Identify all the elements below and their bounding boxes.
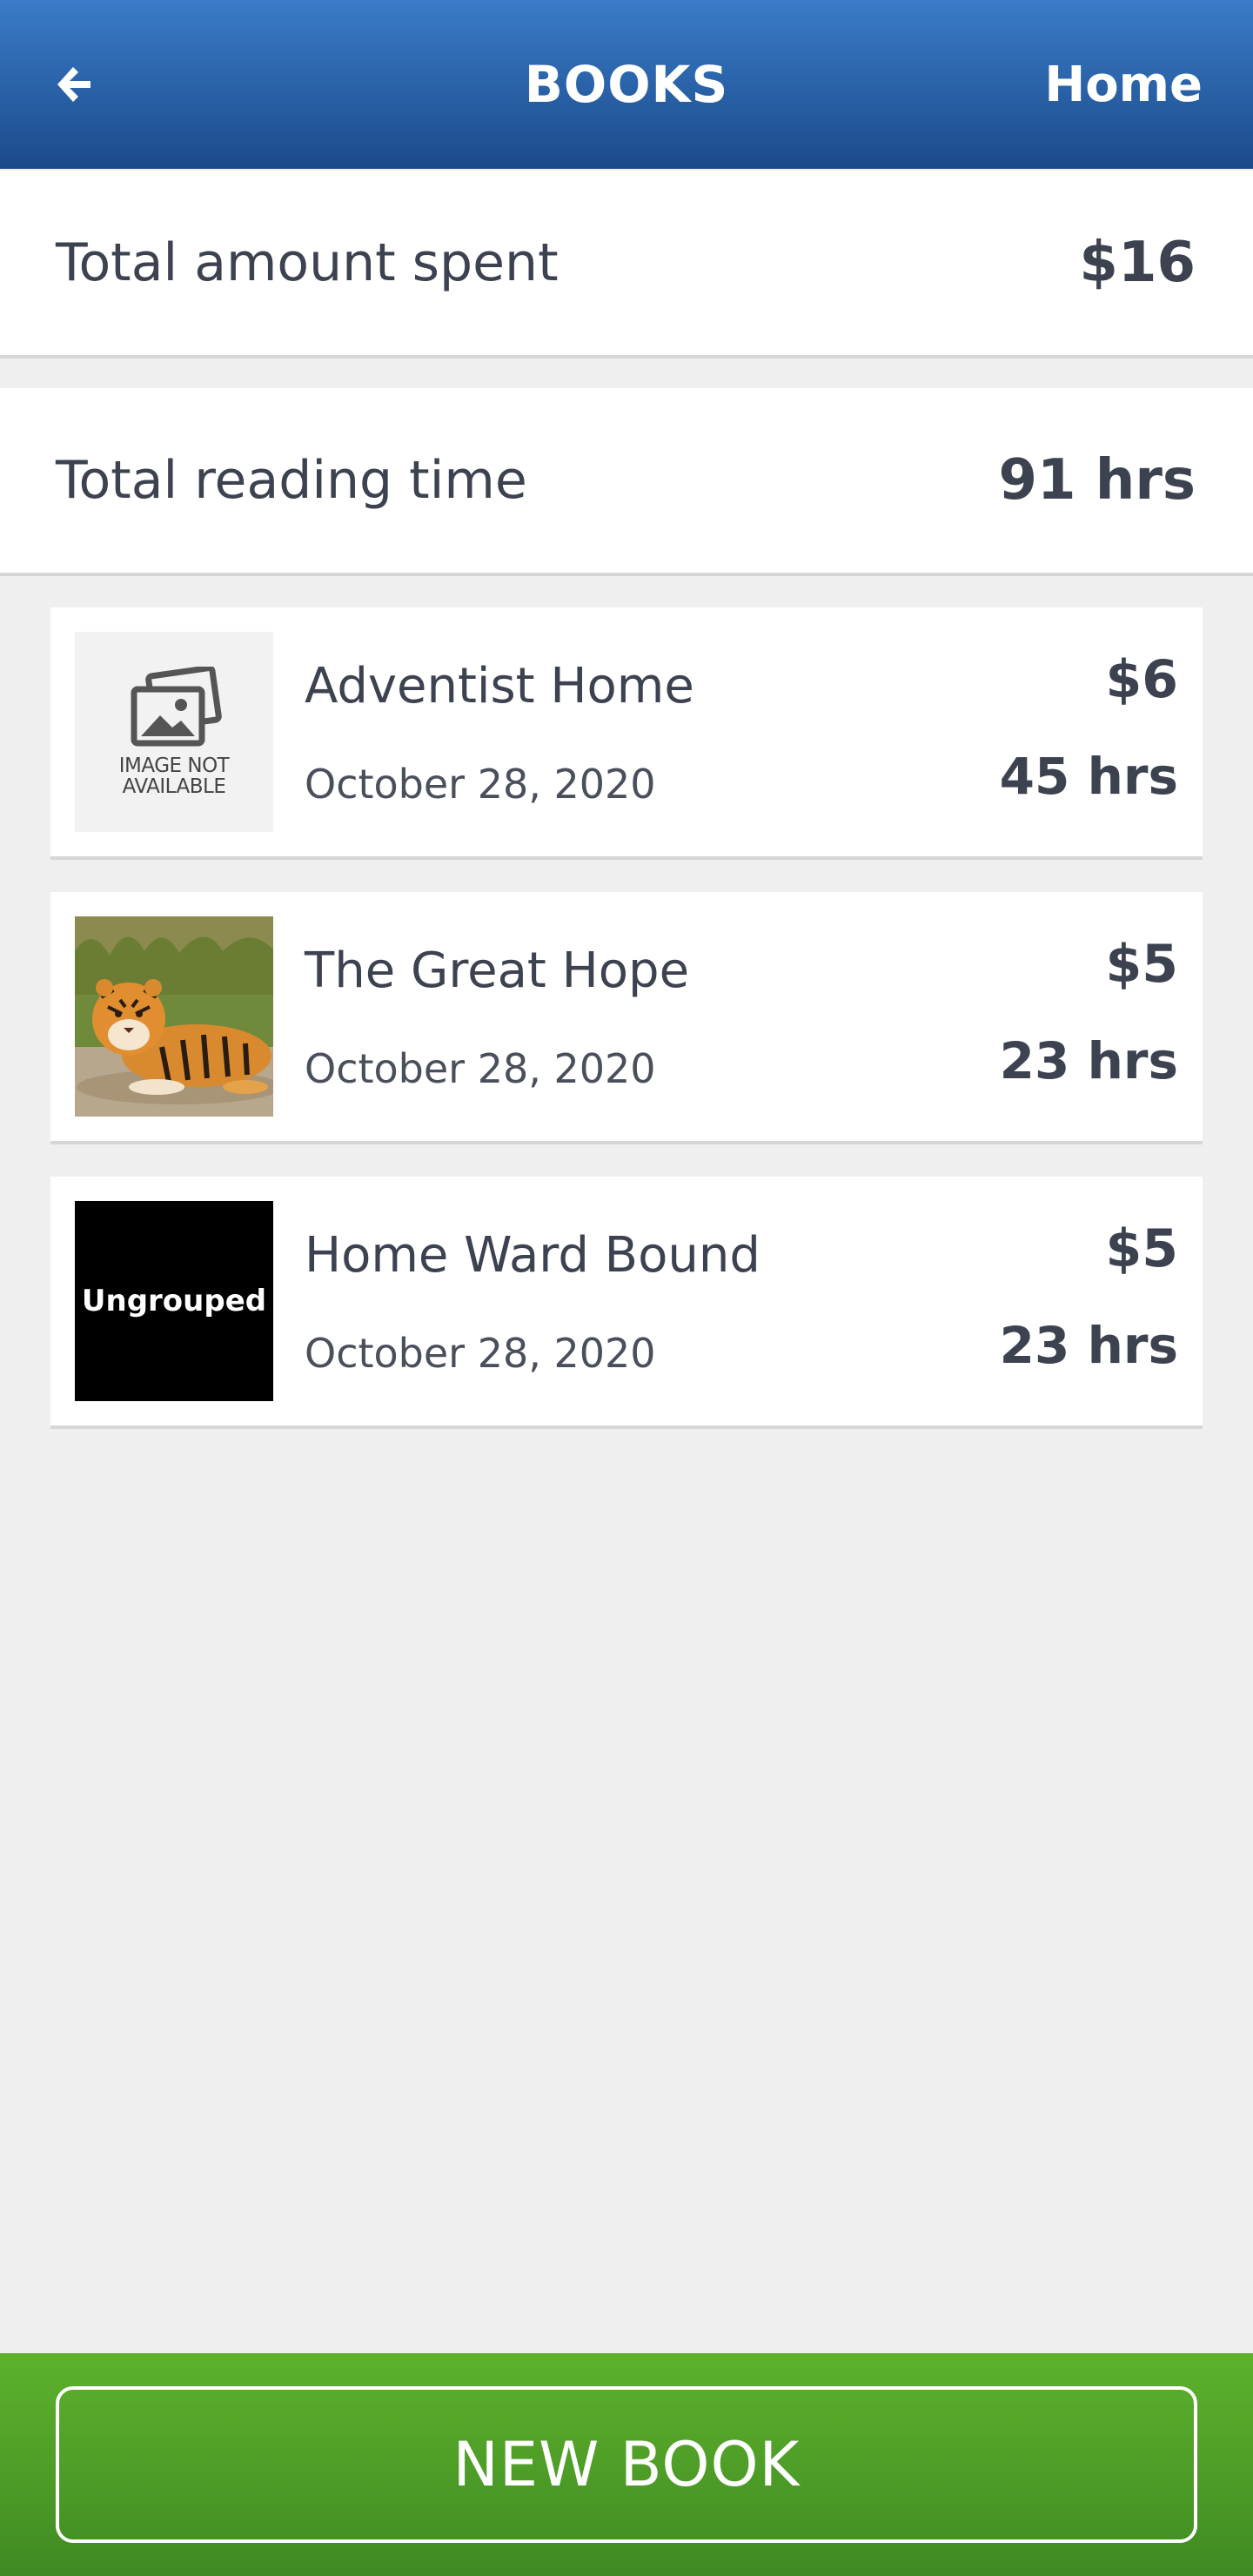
total-spent-row: Total amount spent $16	[0, 171, 1253, 359]
total-spent-value: $16	[1079, 231, 1196, 295]
book-price: $6	[1105, 649, 1179, 710]
book-title: The Great Hope	[305, 943, 690, 999]
total-time-value: 91 hrs	[998, 448, 1196, 513]
total-time-label: Total reading time	[56, 450, 527, 511]
book-price: $5	[1105, 934, 1179, 995]
book-card[interactable]: IMAGE NOT AVAILABLE Adventist Home Octobe…	[50, 607, 1203, 860]
book-date: October 28, 2020	[305, 1330, 656, 1377]
home-link[interactable]: Home	[1044, 0, 1203, 169]
book-card[interactable]: The Great Hope October 28, 2020 $5 23 hr…	[50, 892, 1203, 1144]
image-placeholder-icon	[131, 667, 222, 747]
tiger-photo	[75, 916, 273, 1117]
book-hours: 23 hrs	[999, 1031, 1178, 1090]
book-thumbnail	[75, 916, 273, 1117]
image-not-available-text: IMAGE NOT AVAILABLE	[118, 755, 230, 798]
book-thumbnail: IMAGE NOT AVAILABLE	[75, 632, 273, 832]
book-hours: 45 hrs	[999, 747, 1178, 806]
book-card[interactable]: Ungrouped Home Ward Bound October 28, 20…	[50, 1177, 1203, 1429]
total-spent-label: Total amount spent	[56, 232, 559, 293]
book-hours: 23 hrs	[999, 1316, 1178, 1375]
book-date: October 28, 2020	[305, 761, 656, 808]
book-price: $5	[1105, 1218, 1179, 1279]
app-header: BOOKS Home	[0, 0, 1253, 169]
total-time-row: Total reading time 91 hrs	[0, 388, 1253, 576]
book-title: Home Ward Bound	[305, 1227, 761, 1284]
cover-text: Ungrouped	[81, 1284, 267, 1318]
book-thumbnail: Ungrouped	[75, 1201, 273, 1401]
book-title: Adventist Home	[305, 658, 694, 714]
new-book-button[interactable]: NEW BOOK	[56, 2386, 1197, 2543]
footer-bar: NEW BOOK	[0, 2353, 1253, 2576]
book-date: October 28, 2020	[305, 1045, 656, 1092]
